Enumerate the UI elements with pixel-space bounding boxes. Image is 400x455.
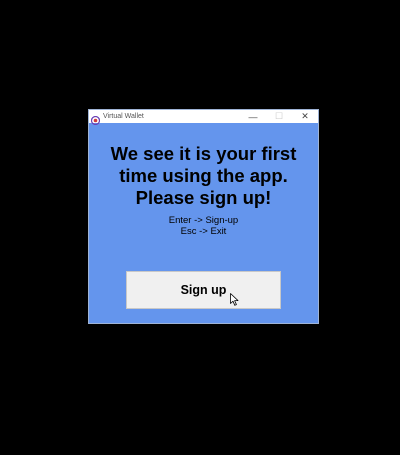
virtual-wallet-window: Virtual Wallet — ☐ ✕ We see it is your f… — [88, 109, 319, 324]
sign-up-button-label: Sign up — [180, 283, 227, 297]
escape-hint: Esc -> Exit — [180, 226, 227, 237]
welcome-line-2: time using the app. — [119, 165, 288, 186]
welcome-line-3: Please sign up! — [135, 187, 272, 208]
maximize-button[interactable]: ☐ — [266, 110, 292, 123]
close-button[interactable]: ✕ — [292, 110, 318, 123]
title-bar[interactable]: Virtual Wallet — ☐ ✕ — [89, 110, 318, 126]
welcome-line-1: We see it is your first — [110, 143, 297, 164]
window-title: Virtual Wallet — [103, 113, 144, 120]
keyboard-hints: Enter -> Sign-up Esc -> Exit — [89, 215, 318, 237]
minimize-button[interactable]: — — [240, 110, 266, 123]
welcome-message: We see it is your first time using the a… — [89, 143, 318, 209]
enter-hint: Enter -> Sign-up — [168, 215, 239, 226]
sign-up-button[interactable]: Sign up — [126, 271, 281, 309]
wallet-app-icon — [90, 112, 101, 126]
arrow-cursor-icon — [230, 293, 239, 306]
